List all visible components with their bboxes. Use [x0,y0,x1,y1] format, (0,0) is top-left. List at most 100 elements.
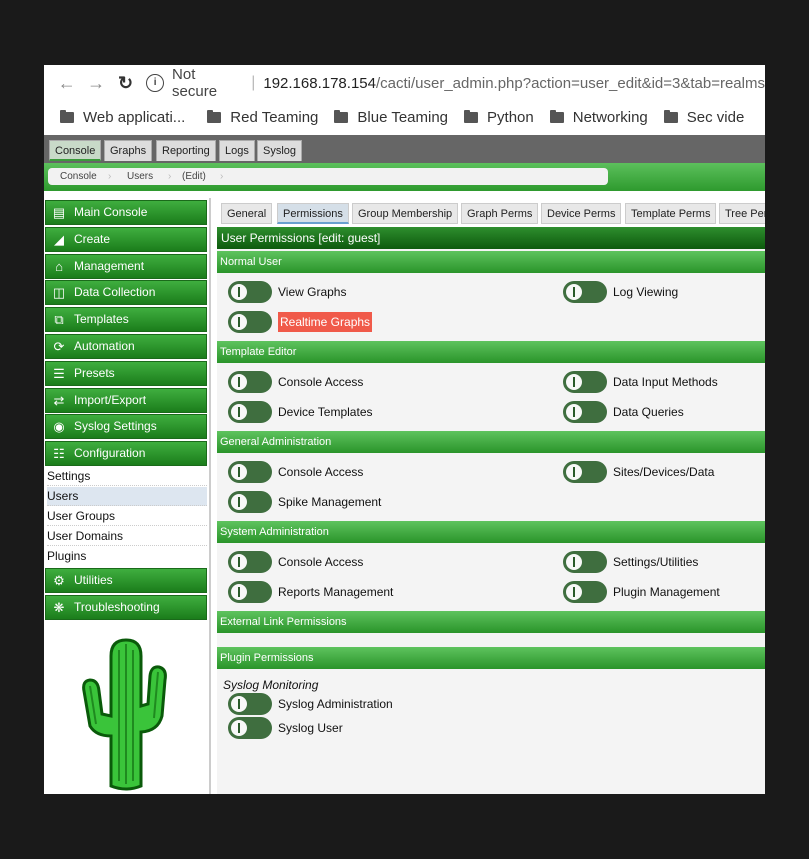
toggle-switch[interactable] [228,551,272,573]
perm-settings-utilities[interactable]: Settings/Utilities [563,551,698,573]
breadcrumb-users[interactable]: Users [127,168,153,185]
section-template-editor: Template Editor [217,341,765,363]
bookmark-folder[interactable]: Sec vide [663,109,744,126]
book-icon: ▤ [52,205,66,220]
sidebar-item-plugins[interactable]: Plugins [47,547,207,566]
exchange-icon: ⇄ [53,393,65,408]
tab-device-perms[interactable]: Device Perms [541,203,622,224]
chart-area-icon: ◢ [54,232,64,247]
perm-log-viewing[interactable]: Log Viewing [563,281,678,303]
sidebar-item-user-domains[interactable]: User Domains [47,527,207,546]
perm-data-queries[interactable]: Data Queries [563,401,684,423]
sliders-icon: ☷ [53,446,65,461]
address-bar: ← → ↻ i Not secure | 192.168.178.154/cac… [44,65,765,101]
info-icon[interactable]: i [146,74,165,92]
section-normal-user: Normal User [217,251,765,273]
toggle-switch[interactable] [228,461,272,483]
toggle-switch[interactable] [228,281,272,303]
toggle-switch[interactable] [228,491,272,513]
bookmark-folder[interactable]: Red Teaming [207,109,318,126]
bookmark-folder[interactable]: Python [464,109,534,126]
not-secure-label: Not secure [172,66,218,100]
database-icon: ◫ [52,285,66,300]
reload-icon[interactable]: ↻ [111,73,140,94]
menu-configuration[interactable]: ☷ Configuration [45,441,207,466]
sidebar: ▤ Main Console ◢ Create ⌂ Management ◫ Data … [44,198,211,794]
bookmark-folder[interactable]: Networking [549,109,648,126]
breadcrumb-console[interactable]: Console [60,168,97,185]
sidebar-item-user-groups[interactable]: User Groups [47,507,207,526]
back-arrow-icon[interactable]: ← [52,73,81,94]
breadcrumb: Console › Users › (Edit) › [48,168,608,185]
toggle-switch[interactable] [563,461,607,483]
toggle-switch[interactable] [563,371,607,393]
section-general-administration: General Administration [217,431,765,453]
life-ring-icon: ◉ [53,419,65,434]
menu-templates[interactable]: ⧉ Templates [45,307,207,332]
toggle-switch[interactable] [563,581,607,603]
perm-syslog-user[interactable]: Syslog User [228,717,343,739]
menu-presets[interactable]: ☰ Presets [45,361,207,386]
folder-icon [663,109,678,123]
page-title: User Permissions [edit: guest] [217,227,765,249]
folder-icon [464,109,479,123]
toggle-switch[interactable] [228,371,272,393]
tab-graphs[interactable]: Graphs [104,140,153,161]
toggle-switch[interactable] [228,401,272,423]
tab-template-perms[interactable]: Template Perms [625,203,717,224]
cacti-logo [82,638,167,791]
tab-tree-perms[interactable]: Tree Per [719,203,765,224]
url-text[interactable]: 192.168.178.154/cacti/user_admin.php?act… [263,75,765,92]
bookmark-folder[interactable]: Blue Teaming [334,109,448,126]
folder-icon [207,109,222,123]
menu-create[interactable]: ◢ Create [45,227,207,252]
tab-permissions[interactable]: Permissions [277,203,349,224]
tab-syslog[interactable]: Syslog [257,140,303,161]
clone-icon: ⧉ [54,312,64,327]
menu-main-console[interactable]: ▤ Main Console [45,200,207,225]
forward-arrow-icon[interactable]: → [81,73,110,94]
menu-management[interactable]: ⌂ Management [45,254,207,279]
menu-syslog-settings[interactable]: ◉ Syslog Settings [45,414,207,439]
toggle-switch[interactable] [563,281,607,303]
toggle-switch[interactable] [228,717,272,739]
perm-device-templates[interactable]: Device Templates [228,401,373,423]
perm-realtime-graphs[interactable]: Realtime Graphs [228,311,373,333]
bookmark-folder[interactable]: Web applicati... [60,109,185,126]
tab-logs[interactable]: Logs [219,140,255,161]
menu-automation[interactable]: ⟳ Automation [45,334,207,359]
toggle-switch[interactable] [228,311,272,333]
toggle-switch[interactable] [228,693,272,715]
toggle-switch[interactable] [228,581,272,603]
bookmarks-bar: Web applicati... Red Teaming Blue Teamin… [44,101,765,133]
toggle-switch[interactable] [563,401,607,423]
tab-general[interactable]: General [221,203,273,224]
menu-data-collection[interactable]: ◫ Data Collection [45,280,207,305]
plugin-group-label: Syslog Monitoring [223,678,319,692]
perm-sites-devices-data[interactable]: Sites/Devices/Data [563,461,714,483]
bug-icon: ❋ [53,600,65,615]
perm-reports-management[interactable]: Reports Management [228,581,393,603]
section-plugin-permissions: Plugin Permissions [217,647,765,669]
tab-reporting[interactable]: Reporting [156,140,216,161]
sidebar-item-settings[interactable]: Settings [47,467,207,486]
breadcrumb-edit[interactable]: (Edit) [182,168,206,185]
tab-graph-perms[interactable]: Graph Perms [461,203,539,224]
cogs-icon: ⚙ [53,573,65,588]
perm-console-access[interactable]: Console Access [228,371,363,393]
perm-data-input-methods[interactable]: Data Input Methods [563,371,718,393]
perm-console-access[interactable]: Console Access [228,461,363,483]
tab-console[interactable]: Console [49,140,102,161]
perm-plugin-management[interactable]: Plugin Management [563,581,720,603]
sidebar-item-users[interactable]: Users [47,487,207,506]
browser-viewport: ← → ↻ i Not secure | 192.168.178.154/cac… [44,65,765,794]
menu-import-export[interactable]: ⇄ Import/Export [45,388,207,413]
perm-view-graphs[interactable]: View Graphs [228,281,346,303]
perm-spike-management[interactable]: Spike Management [228,491,381,513]
toggle-switch[interactable] [563,551,607,573]
perm-console-access[interactable]: Console Access [228,551,363,573]
menu-utilities[interactable]: ⚙ Utilities [45,568,207,593]
perm-syslog-administration[interactable]: Syslog Administration [228,693,393,715]
tab-group-membership[interactable]: Group Membership [352,203,459,224]
menu-troubleshooting[interactable]: ❋ Troubleshooting [45,595,207,620]
